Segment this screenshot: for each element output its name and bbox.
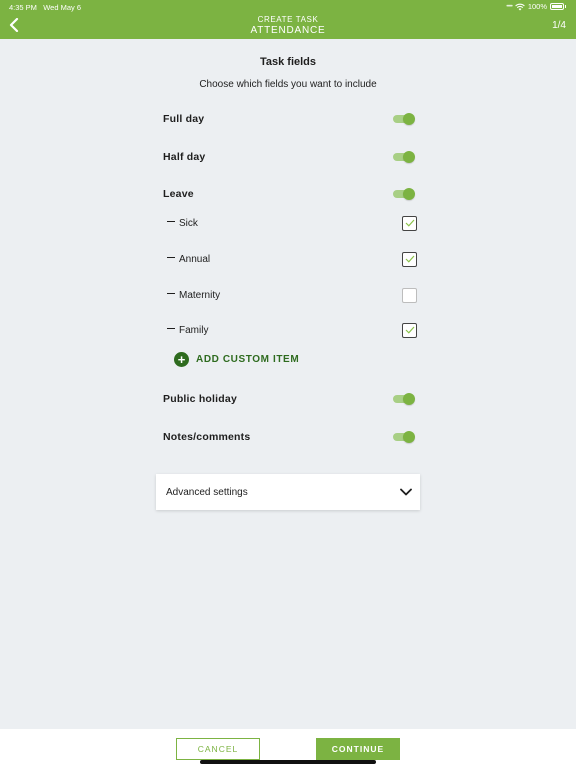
dash-icon [167, 292, 175, 294]
check-icon [405, 255, 414, 263]
plus-circle-icon: + [174, 352, 189, 367]
field-row-leave: Leave [163, 184, 419, 204]
home-indicator [200, 760, 376, 764]
signal-icon: ••••• [506, 3, 512, 10]
sick-checkbox[interactable] [402, 215, 417, 231]
dash-icon [167, 256, 175, 258]
field-label: Half day [163, 151, 206, 163]
add-custom-item-button[interactable]: + ADD CUSTOM ITEM [174, 352, 299, 367]
leave-toggle[interactable] [393, 188, 415, 200]
field-row-notes: Notes/comments [163, 427, 419, 447]
wifi-icon [515, 3, 525, 10]
public-holiday-toggle[interactable] [393, 393, 415, 405]
status-indicators: ••••• 100% [506, 2, 566, 11]
header-supertitle: CREATE TASK [257, 15, 319, 24]
leave-item-maternity: Maternity [163, 285, 419, 305]
section-subtitle: Choose which fields you want to include [199, 79, 377, 90]
annual-checkbox[interactable] [402, 251, 417, 267]
half-day-toggle[interactable] [393, 151, 415, 163]
section-title: Task fields [259, 56, 317, 68]
page-title: ATTENDANCE [250, 25, 326, 36]
battery-percent: 100% [527, 2, 547, 11]
field-row-half-day: Half day [163, 147, 419, 167]
chevron-down-icon [400, 488, 412, 496]
leave-item-sick: Sick [163, 213, 419, 233]
field-label: Public holiday [163, 393, 237, 405]
step-indicator: 1/4 [552, 20, 566, 31]
add-custom-item-label: ADD CUSTOM ITEM [196, 354, 300, 365]
check-icon [405, 219, 414, 227]
dash-icon [167, 327, 175, 329]
check-icon [405, 326, 414, 334]
field-label: Notes/comments [163, 431, 251, 443]
field-label: Leave [163, 188, 194, 200]
advanced-settings-label: Advanced settings [166, 486, 248, 498]
cancel-button[interactable]: CANCEL [176, 738, 260, 760]
notes-toggle[interactable] [393, 431, 415, 443]
battery-icon [550, 3, 564, 10]
leave-item-label: Maternity [179, 289, 221, 301]
field-row-public-holiday: Public holiday [163, 389, 419, 409]
status-time: 4:35 PM Wed May 6 [9, 3, 81, 12]
maternity-checkbox[interactable] [402, 287, 417, 303]
field-row-full-day: Full day [163, 109, 419, 129]
family-checkbox[interactable] [402, 322, 417, 338]
leave-item-annual: Annual [163, 249, 419, 269]
field-label: Full day [163, 113, 205, 125]
full-day-toggle[interactable] [393, 113, 415, 125]
continue-button[interactable]: CONTINUE [316, 738, 400, 760]
leave-item-label: Sick [179, 217, 198, 229]
dash-icon [167, 220, 175, 222]
leave-item-family: Family [163, 320, 419, 340]
app-header: 4:35 PM Wed May 6 ••••• 100% CREATE TASK… [0, 0, 576, 39]
leave-item-label: Family [179, 324, 209, 336]
advanced-settings-dropdown[interactable]: Advanced settings [156, 474, 420, 510]
leave-item-label: Annual [179, 253, 211, 265]
